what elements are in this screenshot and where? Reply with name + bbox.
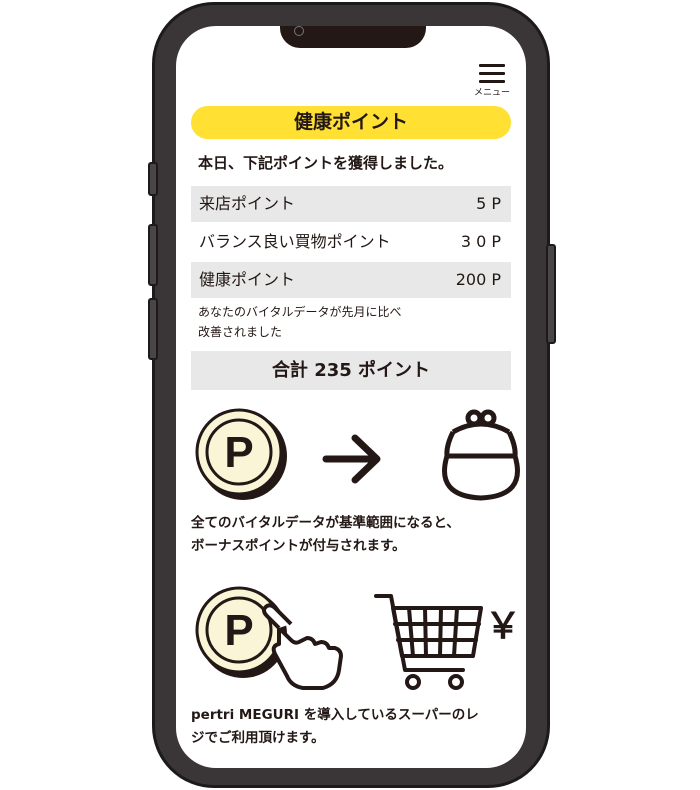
points-row: 来店ポイント 5 P xyxy=(191,186,511,222)
page-title: 健康ポイント xyxy=(191,106,511,139)
coin-letter: P xyxy=(224,606,253,655)
menu-button[interactable]: メニュー xyxy=(470,64,514,100)
info-line: 全てのバイタルデータが基準範囲になると、 xyxy=(191,515,460,531)
points-row-label: バランス良い買物ポイント xyxy=(199,232,391,251)
total-points: 合計 235 ポイント xyxy=(191,351,511,390)
info-line: ボーナスポイントが付与されます。 xyxy=(191,538,406,554)
phone-screen: メニュー 健康ポイント 本日、下記ポイントを獲得しました。 来店ポイント 5 P… xyxy=(176,26,526,768)
hamburger-icon xyxy=(479,64,505,83)
wallet-icon xyxy=(442,409,520,501)
note-line: あなたのバイタルデータが先月に比べ xyxy=(198,305,402,319)
notch xyxy=(280,26,426,48)
footer-text: pertri MEGURI を導入しているスーパーのレ ジでご利用頂けます。 xyxy=(191,704,521,750)
point-coin-icon: P xyxy=(195,586,287,678)
footer-line: ジでご利用頂けます。 xyxy=(191,730,325,746)
footer-line: pertri MEGURI を導入しているスーパーのレ xyxy=(191,707,479,723)
coin-to-wallet-illustration: P xyxy=(195,408,520,501)
points-row-value: 200 P xyxy=(455,270,501,289)
menu-label: メニュー xyxy=(473,88,510,98)
arrow-right-icon xyxy=(322,434,381,484)
pointing-hand-icon xyxy=(262,603,343,690)
phone-side-button-top xyxy=(148,162,158,196)
improvement-note: あなたのバイタルデータが先月に比べ 改善されました xyxy=(198,302,448,342)
points-row-value: 5 P xyxy=(476,194,501,213)
camera-icon xyxy=(294,26,304,36)
points-row-label: 健康ポイント xyxy=(199,270,296,289)
phone-volume-down-button xyxy=(148,298,158,360)
shopping-cart-icon xyxy=(374,594,483,690)
info-text: 全てのバイタルデータが基準範囲になると、 ボーナスポイントが付与されます。 xyxy=(191,512,521,558)
points-row: 健康ポイント 200 P xyxy=(191,262,511,298)
points-row-label: 来店ポイント xyxy=(199,194,296,213)
points-row: バランス良い買物ポイント 3 0 P xyxy=(191,224,511,260)
coin-letter: P xyxy=(224,428,253,477)
points-row-value: 3 0 P xyxy=(460,232,501,251)
phone-power-button xyxy=(546,244,556,344)
phone-volume-up-button xyxy=(148,224,158,286)
coin-to-cart-illustration: P ￥ xyxy=(195,586,521,690)
note-line: 改善されました xyxy=(198,325,283,339)
yen-icon: ￥ xyxy=(485,606,521,647)
point-coin-icon: P xyxy=(195,408,287,500)
headline: 本日、下記ポイントを獲得しました。 xyxy=(198,154,454,172)
